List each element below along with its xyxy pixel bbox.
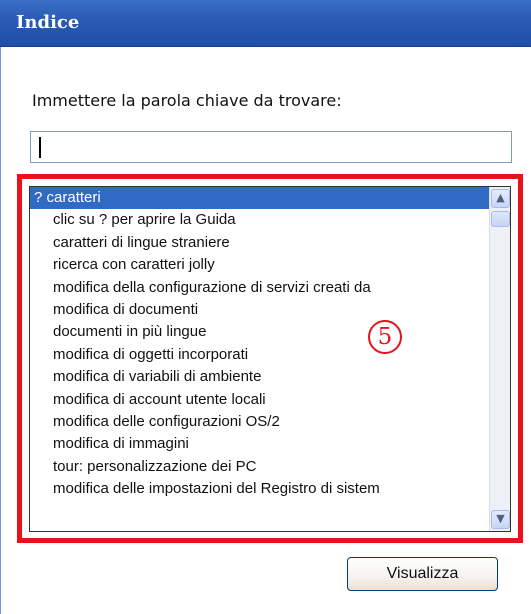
panel-title: Indice: [16, 12, 80, 33]
chevron-up-icon: ▲: [496, 191, 505, 204]
title-bar: Indice: [0, 0, 531, 47]
scroll-thumb[interactable]: [491, 211, 510, 227]
list-item[interactable]: documenti in più lingue: [30, 321, 489, 343]
list-item[interactable]: ? caratteri: [30, 187, 489, 210]
scroll-down-button[interactable]: ▼: [491, 510, 510, 529]
list-item[interactable]: modifica delle impostazioni del Registro…: [30, 478, 489, 500]
list-item[interactable]: tour: personalizzazione dei PC: [30, 456, 489, 478]
list-item[interactable]: ricerca con caratteri jolly: [30, 254, 489, 276]
display-button[interactable]: Visualizza: [347, 557, 498, 591]
vertical-scrollbar[interactable]: ▲ ▼: [489, 187, 510, 531]
list-item[interactable]: modifica di variabili di ambiente: [30, 366, 489, 388]
list-item[interactable]: modifica di immagini: [30, 433, 489, 455]
keyword-prompt-label: Immettere la parola chiave da trovare:: [32, 91, 342, 110]
scroll-up-button[interactable]: ▲: [491, 189, 510, 208]
list-item[interactable]: modifica della configurazione di servizi…: [30, 277, 489, 299]
chevron-down-icon: ▼: [496, 512, 505, 525]
list-item[interactable]: modifica di documenti: [30, 299, 489, 321]
callout-number-badge: 5: [368, 320, 402, 354]
list-item[interactable]: modifica delle configurazioni OS/2: [30, 411, 489, 433]
list-item[interactable]: caratteri di lingue straniere: [30, 232, 489, 254]
list-item[interactable]: modifica di account utente locali: [30, 389, 489, 411]
list-item[interactable]: clic su ? per aprire la Guida: [30, 209, 489, 231]
text-caret: [39, 137, 41, 158]
keyword-search-field[interactable]: [30, 131, 512, 163]
list-item[interactable]: modifica di oggetti incorporati: [30, 344, 489, 366]
list-area[interactable]: ? caratteri clic su ? per aprire la Guida…: [30, 187, 489, 531]
keyword-input[interactable]: [31, 132, 511, 162]
index-listbox[interactable]: ? caratteri clic su ? per aprire la Guida…: [29, 186, 511, 532]
